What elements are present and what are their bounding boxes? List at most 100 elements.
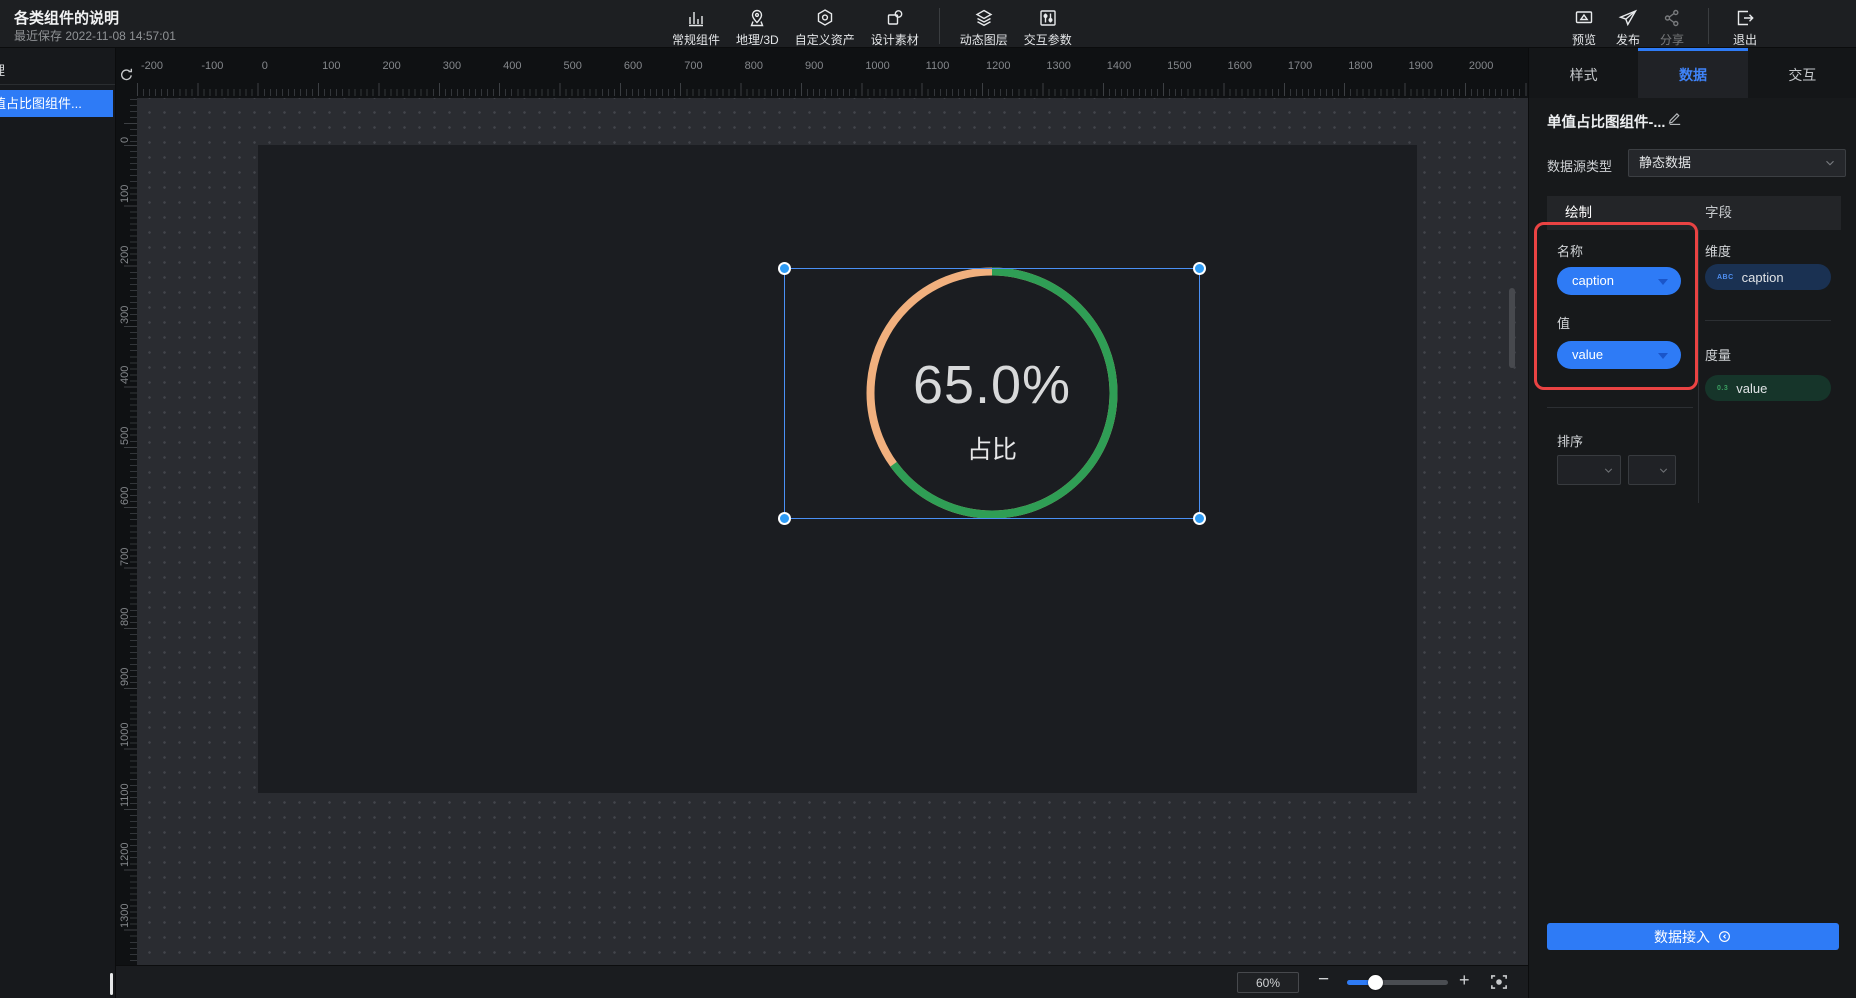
h-ruler-label: -100 [201,60,223,72]
h-ruler-label: 1700 [1288,60,1312,72]
v-ruler-label: 900 [119,668,131,686]
data-access-button[interactable]: 数据接入 [1547,923,1839,950]
tab-data[interactable]: 数据 [1638,48,1747,98]
action-label: 预览 [1572,31,1596,48]
toolbar-item-interaction-params[interactable]: 交互参数 [1024,3,1072,48]
v-ruler-label: 400 [119,366,131,384]
action-label: 分享 [1660,31,1684,48]
preview-button[interactable]: 预览 [1572,3,1596,48]
name-field-label: 名称 [1557,241,1583,260]
v-ruler-label: 300 [119,306,131,324]
toolbar-item-dynamic-layers[interactable]: 动态图层 [960,3,1008,48]
h-ruler-major-ticks [137,83,1528,96]
exit-button[interactable]: 退出 [1733,3,1757,48]
h-ruler-label: 1500 [1167,60,1191,72]
h-ruler-label: 1600 [1227,60,1251,72]
h-ruler-label: 1000 [865,60,889,72]
datasource-type-select[interactable]: 静态数据 [1628,149,1846,177]
h-ruler-label: 1400 [1107,60,1131,72]
toolbar-item-geo-3d[interactable]: 地理/3D [736,3,779,48]
share-button[interactable]: 分享 [1660,3,1684,48]
sidebar-partial-heading: 理 [0,60,5,79]
value-field-select[interactable]: value [1557,341,1681,369]
zoom-in-button[interactable]: + [1459,970,1470,991]
h-ruler-label: 2000 [1469,60,1493,72]
fit-view-button[interactable] [1488,971,1510,993]
selection-handle-top-right[interactable] [1193,262,1206,275]
measure-field-pill[interactable]: 0.3 value [1705,375,1831,401]
design-canvas[interactable] [137,98,1528,965]
sort-label: 排序 [1557,431,1583,450]
bottom-bar: 60% − + [116,965,1528,998]
h-ruler: -200-10001002003004005006007008009001000… [137,48,1528,98]
selection-handle-top-left[interactable] [778,262,791,275]
toolbar-item-label: 动态图层 [960,31,1008,48]
measure-label: 度量 [1705,345,1731,364]
tab-style[interactable]: 样式 [1529,48,1638,98]
h-ruler-label: 500 [564,60,582,72]
zoom-level-input[interactable]: 60% [1237,972,1299,993]
selection-handle-bottom-right[interactable] [1193,512,1206,525]
h-ruler-label: 100 [322,60,340,72]
sidebar-item-active-layer[interactable]: 值占比图组件... [0,90,113,117]
toolbar-item-label: 自定义资产 [795,31,855,48]
sort-order-select[interactable] [1628,455,1676,485]
action-label: 发布 [1616,31,1640,48]
dimension-field-pill[interactable]: ABC caption [1705,264,1831,290]
left-column-divider [1547,407,1693,408]
dimension-field-name: caption [1742,270,1784,285]
sidebar-divider [0,84,116,85]
name-field-select[interactable]: caption [1557,267,1681,295]
component-toolbar: 常规组件 地理/3D 自定义资产 设计素材 动态图层 交互参数 [672,3,1072,47]
toolbar-item-custom-assets[interactable]: 自定义资产 [795,3,855,48]
toolbar-item-design-materials[interactable]: 设计素材 [871,3,919,48]
publish-button[interactable]: 发布 [1616,3,1640,48]
h-ruler-label: 1900 [1409,60,1433,72]
preview-icon [1574,8,1594,28]
datasource-type-value: 静态数据 [1639,155,1691,170]
selection-handle-bottom-left[interactable] [778,512,791,525]
selection-box[interactable] [784,268,1200,519]
h-ruler-label: 700 [684,60,702,72]
chevron-down-icon [1602,464,1615,477]
dropdown-triangle-icon [1658,353,1668,359]
sidebar-scrollbar[interactable] [110,973,113,995]
subtab-fields[interactable]: 字段 [1705,196,1732,230]
hexagon-asset-icon [815,8,835,28]
chevron-down-icon [1657,464,1670,477]
zoom-out-button[interactable]: − [1318,969,1329,991]
last-saved-text: 最近保存 2022-11-08 14:57:01 [14,27,176,44]
data-access-label: 数据接入 [1654,927,1710,947]
page-title: 各类组件的说明 [14,7,119,28]
zoom-slider-handle[interactable] [1368,975,1383,990]
tab-interaction[interactable]: 交互 [1748,48,1856,98]
value-field-value: value [1572,347,1603,362]
publish-icon [1618,8,1638,28]
h-ruler-label: 1800 [1348,60,1372,72]
v-ruler-major-ticks [124,98,137,965]
canvas-vertical-scrollbar[interactable] [1509,288,1515,368]
component-title: 单值占比图组件-... [1547,111,1665,132]
h-ruler-label: 1100 [926,60,950,72]
sidebar-item-label: 值占比图组件... [0,96,82,111]
h-ruler-label: 0 [262,60,268,72]
share-icon [1662,8,1682,28]
sort-field-select[interactable] [1557,455,1621,485]
v-ruler-label: 800 [119,608,131,626]
v-ruler-label: 100 [119,185,131,203]
h-ruler-label: 1200 [986,60,1010,72]
v-ruler-label: 700 [119,547,131,565]
h-ruler-label: 200 [382,60,400,72]
schema-divider [1705,320,1831,321]
h-ruler-label: 800 [745,60,763,72]
reset-view-icon[interactable] [118,66,135,83]
zoom-slider[interactable] [1347,980,1448,985]
chevron-down-icon [1823,156,1837,170]
v-ruler-label: 500 [119,426,131,444]
h-ruler-label: 1300 [1046,60,1070,72]
h-ruler-label: -200 [141,60,163,72]
edit-icon[interactable] [1667,110,1683,126]
action-label: 退出 [1733,31,1757,48]
toolbar-item-standard-components[interactable]: 常规组件 [672,3,720,48]
subtab-draw[interactable]: 绘制 [1565,196,1592,230]
